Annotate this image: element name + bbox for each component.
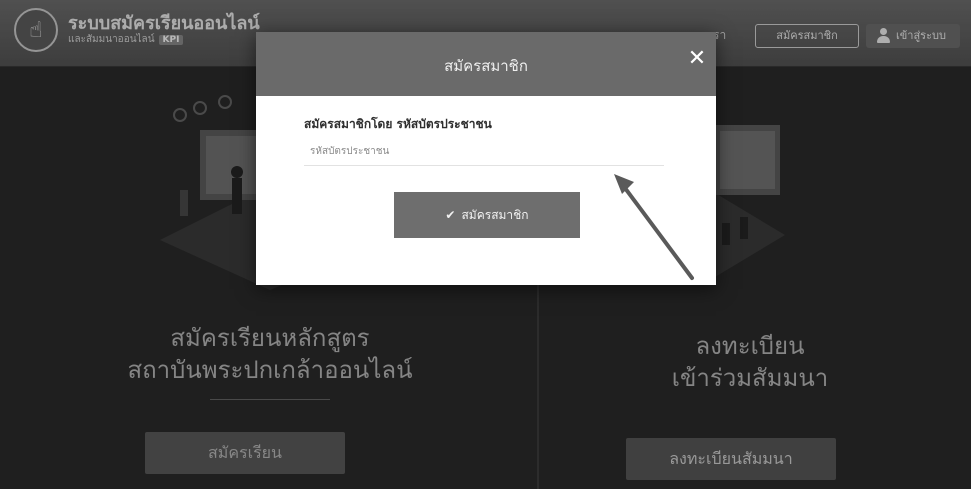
close-icon[interactable]: ✕ [686, 48, 708, 70]
submit-register-button[interactable]: ✔ สมัครสมาชิก [394, 192, 580, 238]
register-modal: สมัครสมาชิก ✕ สมัครสมาชิกโดย รหัสบัตรประ… [256, 32, 716, 285]
modal-header: สมัครสมาชิก ✕ [256, 32, 716, 96]
citizen-id-input[interactable] [304, 138, 664, 166]
check-icon: ✔ [445, 208, 456, 222]
submit-register-label: สมัครสมาชิก [461, 208, 529, 222]
modal-title: สมัครสมาชิก [444, 57, 528, 75]
register-by-id-label: สมัครสมาชิกโดย รหัสบัตรประชาชน [304, 117, 492, 131]
